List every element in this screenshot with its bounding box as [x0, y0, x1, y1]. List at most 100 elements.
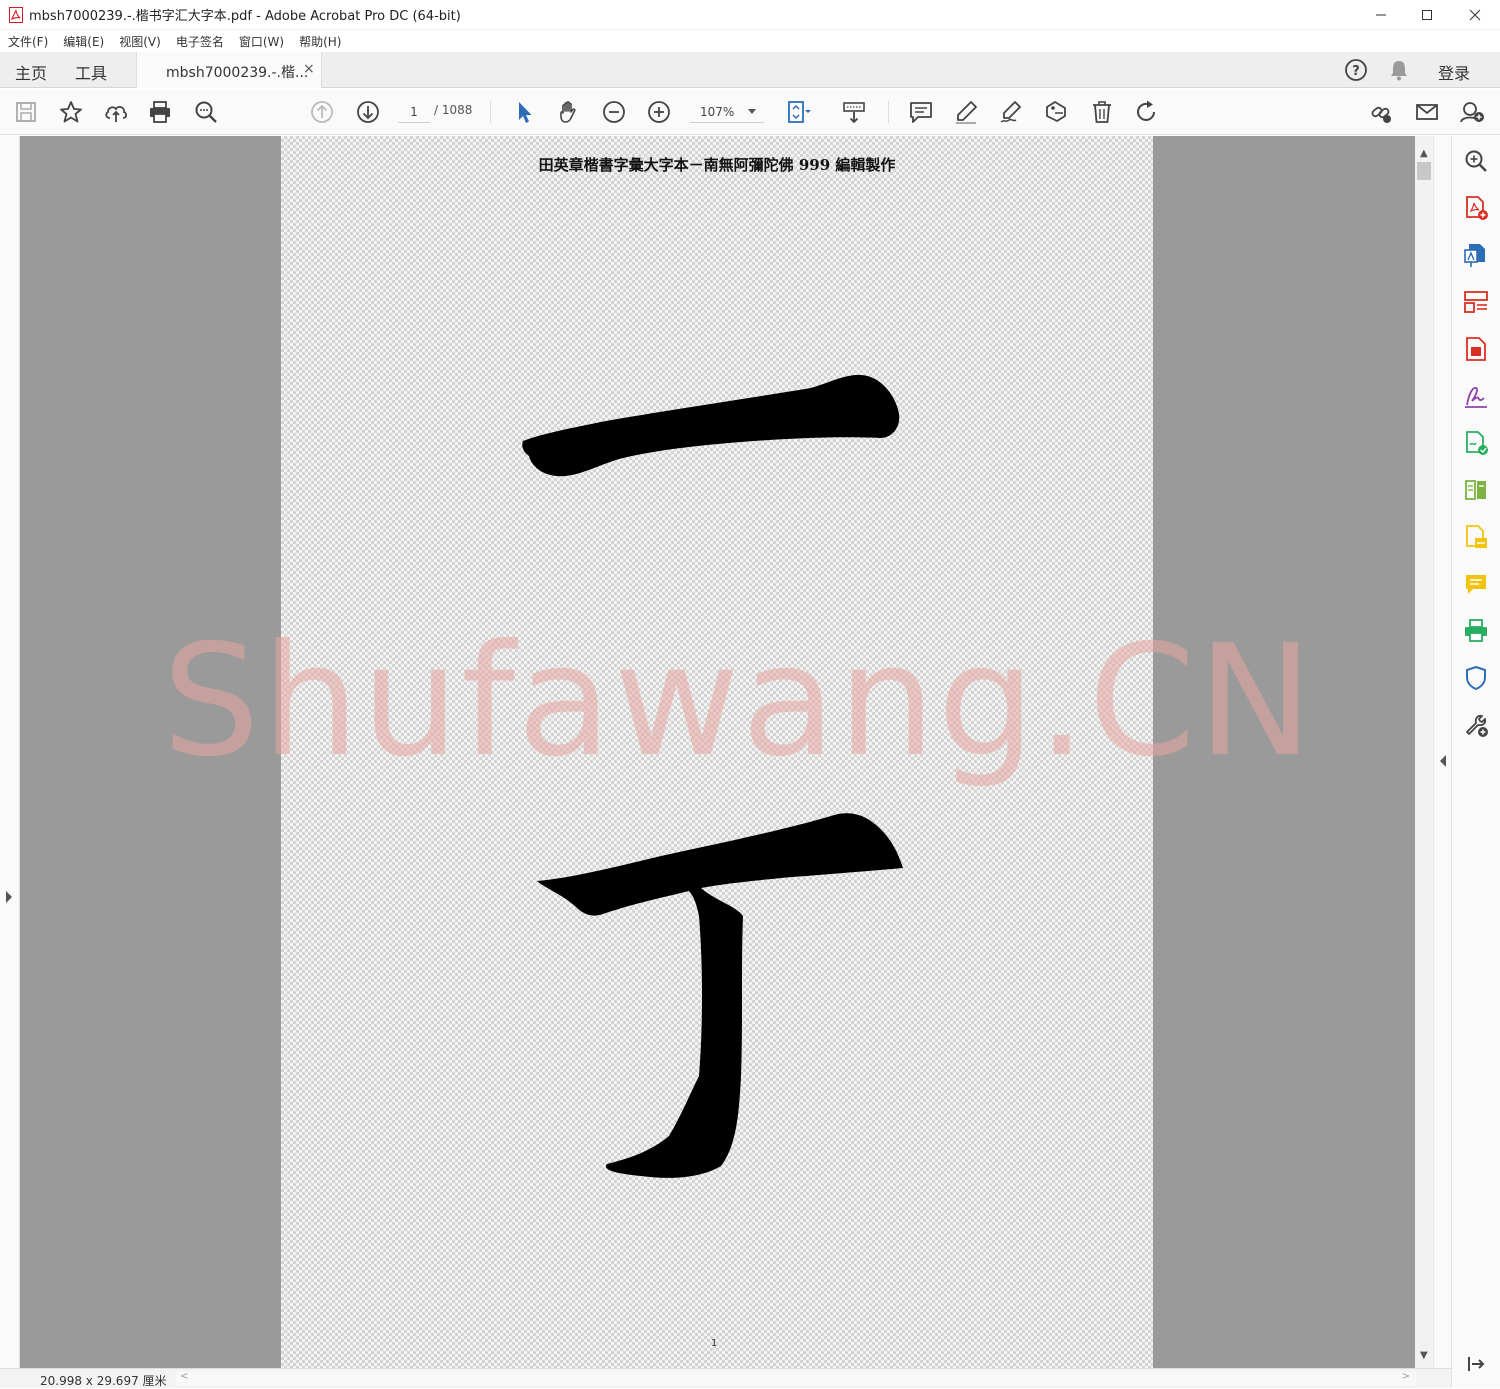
watermark-text: Shufawang.CN: [162, 612, 1315, 791]
menu-view[interactable]: 视图(V): [119, 33, 161, 50]
toolbar-divider: [490, 101, 491, 123]
tool-create-pdf[interactable]: [1463, 195, 1489, 221]
acrobat-app-icon: [9, 6, 23, 23]
tab-tools[interactable]: 工具: [75, 60, 107, 84]
comment-icon: [910, 102, 932, 123]
save-button[interactable]: [12, 98, 40, 126]
account-button[interactable]: [1458, 98, 1486, 126]
chevron-down-icon: [748, 109, 756, 114]
tool-print-production[interactable]: [1463, 618, 1489, 644]
bookmark-button[interactable]: [57, 98, 85, 126]
tool-zoom-search[interactable]: [1463, 148, 1489, 174]
page-number-input[interactable]: 1: [398, 101, 430, 123]
tool-compare-files[interactable]: [1463, 477, 1489, 503]
save-icon: [16, 102, 36, 122]
maximize-button[interactable]: [1404, 0, 1450, 30]
tab-document[interactable]: mbsh7000239.-.楷... ×: [136, 52, 322, 88]
organize-pages-icon: [1464, 291, 1488, 313]
menu-help[interactable]: 帮助(H): [299, 33, 341, 50]
create-pdf-icon: [1466, 196, 1488, 220]
help-icon[interactable]: ?: [1344, 58, 1368, 82]
cloud-upload-icon: [105, 105, 128, 122]
close-icon: [1469, 9, 1481, 21]
fill-sign-icon: [1465, 387, 1487, 408]
tab-home[interactable]: 主页: [15, 60, 47, 84]
find-text-button[interactable]: [192, 98, 220, 126]
next-page-button[interactable]: [354, 98, 382, 126]
trash-icon: [1093, 101, 1111, 123]
delete-button[interactable]: [1088, 98, 1116, 126]
email-button[interactable]: [1413, 98, 1441, 126]
page-fit-button[interactable]: [784, 98, 812, 126]
highlight-button[interactable]: [952, 98, 980, 126]
minus-circle-icon: [603, 101, 625, 123]
tool-more-tools[interactable]: [1463, 712, 1489, 738]
document-tab-label: mbsh7000239.-.楷...: [166, 65, 309, 81]
zoom-in-button[interactable]: [645, 98, 673, 126]
search-icon: [195, 101, 217, 123]
signature-pen-icon: [1000, 101, 1021, 123]
scroll-thumb[interactable]: [1417, 162, 1431, 180]
menu-edit[interactable]: 编辑(E): [63, 33, 104, 50]
scroll-up-arrow[interactable]: ▲: [1420, 148, 1428, 159]
tool-edit-pdf[interactable]: [1463, 336, 1489, 362]
plus-circle-icon: [648, 101, 670, 123]
hand-icon: [560, 101, 576, 123]
tool-protect[interactable]: [1463, 665, 1489, 691]
close-tab-button[interactable]: ×: [303, 61, 315, 77]
tag-edit-icon: [1046, 101, 1066, 122]
menu-window[interactable]: 窗口(W): [239, 33, 284, 50]
hand-tool-button[interactable]: [555, 98, 583, 126]
sign-in-button[interactable]: 登录: [1438, 60, 1470, 84]
tool-fill-sign[interactable]: [1463, 383, 1489, 409]
arrow-down-circle-icon: [357, 101, 379, 123]
minimize-icon: [1376, 14, 1386, 16]
previous-page-button[interactable]: [308, 98, 336, 126]
highlighter-pen-icon: [956, 101, 977, 124]
scroll-right-arrow[interactable]: >: [1402, 1371, 1410, 1382]
menu-esign[interactable]: 电子签名: [176, 33, 224, 50]
add-comment-button[interactable]: [907, 98, 935, 126]
select-tool-button[interactable]: [510, 98, 538, 126]
zoom-out-button[interactable]: [600, 98, 628, 126]
tool-scan[interactable]: [1463, 524, 1489, 550]
minimize-button[interactable]: [1358, 0, 1404, 30]
rotate-button[interactable]: [1133, 98, 1161, 126]
sign-button[interactable]: [997, 98, 1025, 126]
keyboard-scroll-button[interactable]: [840, 98, 868, 126]
page-total: / 1088: [434, 103, 473, 117]
window-title: mbsh7000239.-.楷书字汇大字本.pdf - Adobe Acroba…: [29, 9, 461, 24]
upload-cloud-button[interactable]: [102, 98, 130, 126]
collapse-tools-pane-button[interactable]: [1463, 1351, 1489, 1377]
tool-comment[interactable]: [1463, 571, 1489, 597]
scroll-left-arrow[interactable]: <: [180, 1371, 188, 1382]
share-link-button[interactable]: [1367, 98, 1395, 126]
envelope-icon: [1416, 104, 1438, 120]
tool-send-for-signature[interactable]: [1463, 430, 1489, 456]
user-add-icon: [1460, 102, 1484, 123]
right-pane-collapse-handle[interactable]: [1433, 136, 1451, 1368]
arrow-up-circle-icon: [311, 101, 333, 123]
export-pdf-icon: [1464, 244, 1485, 267]
page-header-text: 田英章楷書字彙大字本－南無阿彌陀佛 999 編輯製作: [538, 156, 896, 174]
notifications-bell-icon[interactable]: [1388, 58, 1410, 82]
vertical-scrollbar[interactable]: ▲ ▼: [1415, 136, 1433, 1368]
printer-icon: [150, 101, 170, 123]
maximize-icon: [1422, 10, 1432, 20]
collapse-right-pane-icon[interactable]: [1440, 755, 1446, 767]
left-navigation-pane[interactable]: [0, 136, 20, 1368]
scroll-down-arrow[interactable]: ▼: [1420, 1350, 1428, 1361]
title-bar: mbsh7000239.-.楷书字汇大字本.pdf - Adobe Acroba…: [0, 0, 1500, 30]
redact-button[interactable]: [1042, 98, 1070, 126]
comment-tool-icon: [1466, 575, 1486, 594]
star-icon: [60, 101, 82, 123]
tool-export-pdf[interactable]: [1463, 242, 1489, 268]
horizontal-scrollbar[interactable]: < >: [176, 1371, 1416, 1386]
menu-file[interactable]: 文件(F): [8, 33, 48, 50]
keyboard-icon: [843, 102, 865, 124]
tool-organize-pages[interactable]: [1463, 289, 1489, 315]
close-window-button[interactable]: [1452, 0, 1498, 30]
print-button[interactable]: [146, 98, 174, 126]
toolbar-divider: [888, 101, 889, 123]
expand-left-pane-icon[interactable]: [6, 891, 12, 903]
